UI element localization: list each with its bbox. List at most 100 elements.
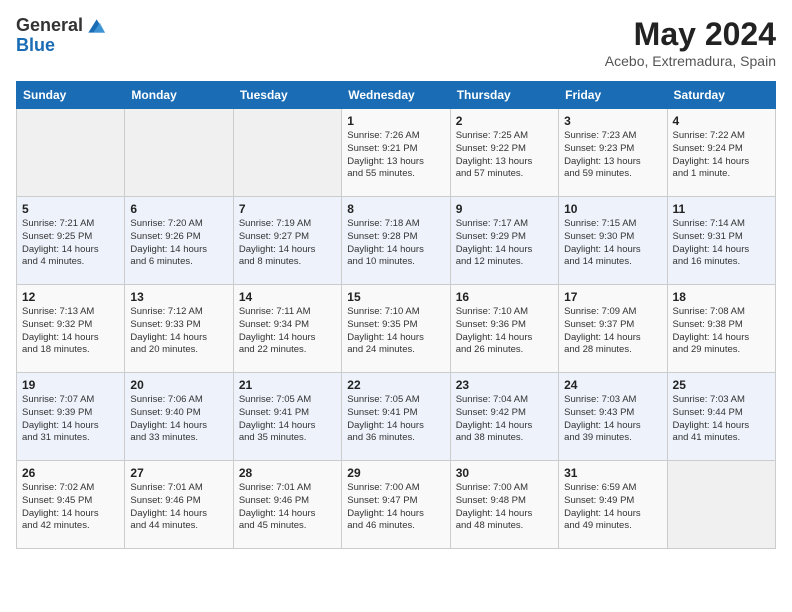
calendar-cell: 20 Sunrise: 7:06 AM Sunset: 9:40 PM Dayli… — [125, 373, 233, 461]
calendar-cell: 28 Sunrise: 7:01 AM Sunset: 9:46 PM Dayli… — [233, 461, 341, 549]
day-info: Sunrise: 7:18 AM Sunset: 9:28 PM Dayligh… — [347, 218, 444, 269]
calendar-table: SundayMondayTuesdayWednesdayThursdayFrid… — [16, 81, 776, 549]
day-number: 7 — [239, 202, 336, 216]
calendar-cell: 2 Sunrise: 7:25 AM Sunset: 9:22 PM Daylig… — [450, 109, 558, 197]
logo: General Blue — [16, 16, 105, 56]
day-number: 16 — [456, 290, 553, 304]
calendar-cell: 17 Sunrise: 7:09 AM Sunset: 9:37 PM Dayli… — [559, 285, 667, 373]
day-info: Sunrise: 7:08 AM Sunset: 9:38 PM Dayligh… — [673, 306, 770, 357]
day-info: Sunrise: 7:01 AM Sunset: 9:46 PM Dayligh… — [239, 482, 336, 533]
calendar-cell — [125, 109, 233, 197]
day-number: 14 — [239, 290, 336, 304]
day-of-week-header: Friday — [559, 82, 667, 109]
calendar-cell: 13Sunrise: 7:12 AM Sunset: 9:33 PM Dayli… — [125, 285, 233, 373]
day-info: Sunrise: 7:02 AM Sunset: 9:45 PM Dayligh… — [22, 482, 119, 533]
calendar-week-row: 19Sunrise: 7:07 AM Sunset: 9:39 PM Dayli… — [17, 373, 776, 461]
day-number: 23 — [456, 378, 553, 392]
day-info: Sunrise: 7:09 AM Sunset: 9:37 PM Dayligh… — [564, 306, 661, 357]
calendar-cell: 25 Sunrise: 7:03 AM Sunset: 9:44 PM Dayli… — [667, 373, 775, 461]
title-block: May 2024 Acebo, Extremadura, Spain — [605, 16, 776, 69]
day-number: 17 — [564, 290, 661, 304]
day-info: Sunrise: 7:15 AM Sunset: 9:30 PM Dayligh… — [564, 218, 661, 269]
day-number: 30 — [456, 466, 553, 480]
logo-blue-text: Blue — [16, 36, 105, 56]
logo-general-text: General — [16, 16, 83, 36]
calendar-cell: 27Sunrise: 7:01 AM Sunset: 9:46 PM Dayli… — [125, 461, 233, 549]
calendar-cell: 6Sunrise: 7:20 AM Sunset: 9:26 PM Daylig… — [125, 197, 233, 285]
day-info: Sunrise: 7:14 AM Sunset: 9:31 PM Dayligh… — [673, 218, 770, 269]
day-number: 20 — [130, 378, 227, 392]
calendar-cell — [667, 461, 775, 549]
day-number: 26 — [22, 466, 119, 480]
day-info: Sunrise: 7:06 AM Sunset: 9:40 PM Dayligh… — [130, 394, 227, 445]
day-info: Sunrise: 6:59 AM Sunset: 9:49 PM Dayligh… — [564, 482, 661, 533]
day-info: Sunrise: 7:03 AM Sunset: 9:43 PM Dayligh… — [564, 394, 661, 445]
day-number: 21 — [239, 378, 336, 392]
calendar-cell: 31 Sunrise: 6:59 AM Sunset: 9:49 PM Dayli… — [559, 461, 667, 549]
day-info: Sunrise: 7:10 AM Sunset: 9:35 PM Dayligh… — [347, 306, 444, 357]
day-info: Sunrise: 7:05 AM Sunset: 9:41 PM Dayligh… — [347, 394, 444, 445]
calendar-cell: 21 Sunrise: 7:05 AM Sunset: 9:41 PM Dayli… — [233, 373, 341, 461]
day-of-week-header: Sunday — [17, 82, 125, 109]
calendar-cell: 22Sunrise: 7:05 AM Sunset: 9:41 PM Dayli… — [342, 373, 450, 461]
calendar-cell: 3 Sunrise: 7:23 AM Sunset: 9:23 PM Daylig… — [559, 109, 667, 197]
day-info: Sunrise: 7:26 AM Sunset: 9:21 PM Dayligh… — [347, 130, 444, 181]
calendar-cell: 12 Sunrise: 7:13 AM Sunset: 9:32 PM Dayli… — [17, 285, 125, 373]
day-number: 12 — [22, 290, 119, 304]
day-number: 11 — [673, 202, 770, 216]
calendar-cell — [233, 109, 341, 197]
calendar-cell: 11 Sunrise: 7:14 AM Sunset: 9:31 PM Dayli… — [667, 197, 775, 285]
day-number: 24 — [564, 378, 661, 392]
day-info: Sunrise: 7:23 AM Sunset: 9:23 PM Dayligh… — [564, 130, 661, 181]
day-info: Sunrise: 7:25 AM Sunset: 9:22 PM Dayligh… — [456, 130, 553, 181]
calendar-cell: 9Sunrise: 7:17 AM Sunset: 9:29 PM Daylig… — [450, 197, 558, 285]
month-year-title: May 2024 — [605, 16, 776, 53]
day-info: Sunrise: 7:05 AM Sunset: 9:41 PM Dayligh… — [239, 394, 336, 445]
day-info: Sunrise: 7:22 AM Sunset: 9:24 PM Dayligh… — [673, 130, 770, 181]
calendar-cell: 4 Sunrise: 7:22 AM Sunset: 9:24 PM Daylig… — [667, 109, 775, 197]
day-info: Sunrise: 7:19 AM Sunset: 9:27 PM Dayligh… — [239, 218, 336, 269]
calendar-week-row: 12 Sunrise: 7:13 AM Sunset: 9:32 PM Dayli… — [17, 285, 776, 373]
day-of-week-header: Thursday — [450, 82, 558, 109]
calendar-cell: 1Sunrise: 7:26 AM Sunset: 9:21 PM Daylig… — [342, 109, 450, 197]
day-number: 2 — [456, 114, 553, 128]
day-info: Sunrise: 7:17 AM Sunset: 9:29 PM Dayligh… — [456, 218, 553, 269]
calendar-cell: 16 Sunrise: 7:10 AM Sunset: 9:36 PM Dayli… — [450, 285, 558, 373]
day-number: 6 — [130, 202, 227, 216]
calendar-cell: 7 Sunrise: 7:19 AM Sunset: 9:27 PM Daylig… — [233, 197, 341, 285]
day-number: 3 — [564, 114, 661, 128]
day-info: Sunrise: 7:21 AM Sunset: 9:25 PM Dayligh… — [22, 218, 119, 269]
day-info: Sunrise: 7:11 AM Sunset: 9:34 PM Dayligh… — [239, 306, 336, 357]
day-number: 29 — [347, 466, 444, 480]
day-number: 4 — [673, 114, 770, 128]
calendar-week-row: 5 Sunrise: 7:21 AM Sunset: 9:25 PM Daylig… — [17, 197, 776, 285]
day-number: 31 — [564, 466, 661, 480]
day-of-week-header: Saturday — [667, 82, 775, 109]
location-subtitle: Acebo, Extremadura, Spain — [605, 53, 776, 69]
calendar-cell: 26 Sunrise: 7:02 AM Sunset: 9:45 PM Dayli… — [17, 461, 125, 549]
day-number: 15 — [347, 290, 444, 304]
day-number: 8 — [347, 202, 444, 216]
day-info: Sunrise: 7:13 AM Sunset: 9:32 PM Dayligh… — [22, 306, 119, 357]
calendar-cell: 14 Sunrise: 7:11 AM Sunset: 9:34 PM Dayli… — [233, 285, 341, 373]
calendar-cell: 24 Sunrise: 7:03 AM Sunset: 9:43 PM Dayli… — [559, 373, 667, 461]
page-header: General Blue May 2024 Acebo, Extremadura… — [16, 16, 776, 69]
day-info: Sunrise: 7:03 AM Sunset: 9:44 PM Dayligh… — [673, 394, 770, 445]
calendar-week-row: 26 Sunrise: 7:02 AM Sunset: 9:45 PM Dayli… — [17, 461, 776, 549]
calendar-cell: 10 Sunrise: 7:15 AM Sunset: 9:30 PM Dayli… — [559, 197, 667, 285]
day-info: Sunrise: 7:00 AM Sunset: 9:47 PM Dayligh… — [347, 482, 444, 533]
calendar-header-row: SundayMondayTuesdayWednesdayThursdayFrid… — [17, 82, 776, 109]
logo-icon — [85, 16, 105, 36]
calendar-cell: 30 Sunrise: 7:00 AM Sunset: 9:48 PM Dayli… — [450, 461, 558, 549]
day-number: 18 — [673, 290, 770, 304]
day-info: Sunrise: 7:07 AM Sunset: 9:39 PM Dayligh… — [22, 394, 119, 445]
calendar-week-row: 1Sunrise: 7:26 AM Sunset: 9:21 PM Daylig… — [17, 109, 776, 197]
day-number: 25 — [673, 378, 770, 392]
day-info: Sunrise: 7:00 AM Sunset: 9:48 PM Dayligh… — [456, 482, 553, 533]
day-number: 13 — [130, 290, 227, 304]
day-number: 5 — [22, 202, 119, 216]
calendar-cell: 19Sunrise: 7:07 AM Sunset: 9:39 PM Dayli… — [17, 373, 125, 461]
day-number: 10 — [564, 202, 661, 216]
day-number: 28 — [239, 466, 336, 480]
day-info: Sunrise: 7:10 AM Sunset: 9:36 PM Dayligh… — [456, 306, 553, 357]
